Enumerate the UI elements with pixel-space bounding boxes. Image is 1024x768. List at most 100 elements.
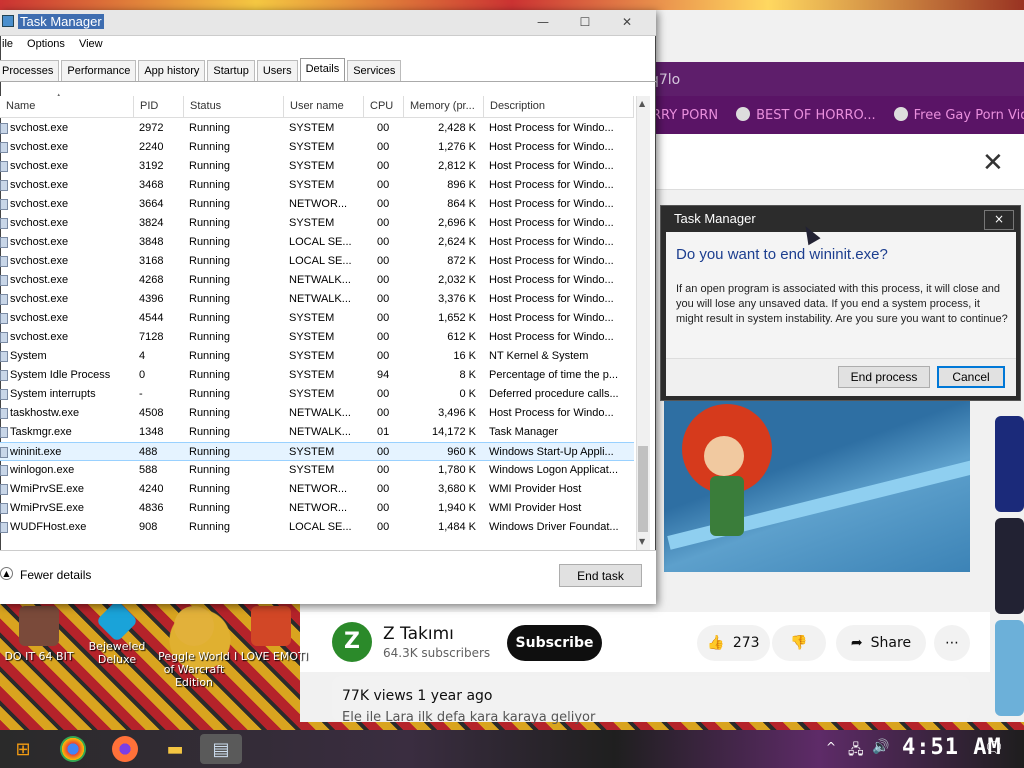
volume-icon[interactable]: 🔊: [872, 739, 889, 755]
file-explorer-icon[interactable]: ▬: [160, 734, 190, 764]
channel-avatar[interactable]: Z: [332, 622, 372, 662]
tab-app-history[interactable]: App history: [138, 60, 206, 81]
maximize-button[interactable]: ☐: [568, 13, 602, 33]
desktop-icon[interactable]: DO IT 64 BIT: [0, 606, 78, 663]
scrollbar-thumb[interactable]: [638, 446, 648, 532]
table-row[interactable]: svchost.exe 3824 Running SYSTEM 00 2,696 K Hos…: [0, 214, 634, 233]
process-memory: 1,780 K: [438, 464, 476, 476]
table-row[interactable]: svchost.exe 3468 Running SYSTEM 00 896 K Host …: [0, 176, 634, 195]
video-thumbnail[interactable]: [995, 620, 1024, 716]
tab-startup[interactable]: Startup: [207, 60, 255, 81]
process-cpu: 00: [377, 160, 390, 172]
tab-performance[interactable]: Performance: [61, 60, 137, 81]
channel-name[interactable]: Z Takımı: [383, 624, 454, 644]
network-icon[interactable]: 🖧: [848, 739, 864, 763]
tab-details[interactable]: Details: [299, 58, 346, 81]
end-process-button[interactable]: End process: [838, 366, 930, 388]
process-name: System: [10, 350, 47, 362]
end-task-button[interactable]: End task: [559, 564, 642, 587]
column-header-name[interactable]: Name: [0, 96, 134, 118]
process-description: Windows Driver Foundat...: [489, 521, 619, 533]
tab-users[interactable]: Users: [256, 60, 298, 81]
chevron-up-icon[interactable]: ▲: [0, 567, 13, 580]
video-thumbnail[interactable]: [995, 416, 1024, 512]
table-row[interactable]: svchost.exe 3664 Running NETWOR... 00 864 K Ho…: [0, 195, 634, 214]
process-description: WMI Provider Host: [489, 502, 582, 514]
video-thumbnail[interactable]: [995, 518, 1024, 614]
close-button[interactable]: ✕: [610, 13, 644, 33]
column-header-pid[interactable]: PID: [134, 96, 184, 118]
table-row[interactable]: winlogon.exe 588 Running SYSTEM 00 1,780 K Win…: [0, 461, 634, 480]
fewer-details-link[interactable]: Fewer details: [20, 568, 91, 582]
bookmark-item[interactable]: BEST OF HORRO...: [736, 107, 876, 123]
table-row[interactable]: svchost.exe 3168 Running LOCAL SE... 00 872 K…: [0, 252, 634, 271]
table-row[interactable]: wininit.exe 488 Running SYSTEM 00 960 K Window…: [0, 442, 634, 461]
process-user: SYSTEM: [289, 312, 335, 324]
process-memory: 1,652 K: [438, 312, 476, 324]
bookmark-item[interactable]: RRY PORN: [652, 108, 718, 123]
process-memory: 864 K: [447, 198, 476, 210]
process-cpu: 00: [377, 274, 390, 286]
menu-options[interactable]: Options: [27, 38, 65, 58]
table-row[interactable]: svchost.exe 2972 Running SYSTEM 00 2,428 K Hos…: [0, 119, 634, 138]
menu-file[interactable]: ile: [2, 38, 13, 58]
scroll-up-icon[interactable]: ▲: [639, 99, 645, 108]
process-description: Host Process for Windo...: [489, 141, 614, 153]
column-header-cpu[interactable]: CPU: [364, 96, 404, 118]
firefox-icon[interactable]: [112, 736, 138, 762]
tab-services[interactable]: Services: [347, 60, 402, 81]
menu-view[interactable]: View: [79, 38, 103, 58]
tray-chevron-icon[interactable]: ^: [826, 740, 836, 754]
table-row[interactable]: WmiPrvSE.exe 4240 Running NETWOR... 00 3,680 …: [0, 480, 634, 499]
process-pid: -: [139, 388, 143, 400]
table-row[interactable]: taskhostw.exe 4508 Running NETWALK... 00 3,49…: [0, 404, 634, 423]
process-description: Host Process for Windo...: [489, 312, 614, 324]
scroll-down-icon[interactable]: ▼: [639, 537, 645, 546]
share-button[interactable]: ➦ Share: [836, 625, 926, 661]
column-header-username[interactable]: User name: [284, 96, 364, 118]
column-header-description[interactable]: Description: [484, 96, 634, 118]
column-header-memory[interactable]: Memory (pr...: [404, 96, 484, 118]
table-row[interactable]: Taskmgr.exe 1348 Running NETWALK... 01 14,172…: [0, 423, 634, 442]
notifications-icon[interactable]: 🗨: [984, 738, 1004, 757]
table-row[interactable]: svchost.exe 3192 Running SYSTEM 00 2,812 K Hos…: [0, 157, 634, 176]
process-pid: 3168: [139, 255, 164, 267]
dislike-button[interactable]: 👎: [772, 625, 826, 661]
column-header-status[interactable]: Status: [184, 96, 284, 118]
video-player[interactable]: [664, 396, 970, 572]
table-row[interactable]: WUDFHost.exe 908 Running LOCAL SE... 00 1,484…: [0, 518, 634, 537]
table-row[interactable]: WmiPrvSE.exe 4836 Running NETWOR... 00 1,940 …: [0, 499, 634, 518]
close-icon[interactable]: ✕: [982, 148, 1004, 178]
table-row[interactable]: svchost.exe 4268 Running NETWALK... 00 2,032 …: [0, 271, 634, 290]
minimize-button[interactable]: —: [526, 13, 560, 33]
process-name: taskhostw.exe: [10, 407, 80, 419]
table-row[interactable]: svchost.exe 4544 Running SYSTEM 00 1,652 K Hos…: [0, 309, 634, 328]
table-row[interactable]: svchost.exe 2240 Running SYSTEM 00 1,276 K Hos…: [0, 138, 634, 157]
table-row[interactable]: System 4 Running SYSTEM 00 16 K NT Kernel & Sy…: [0, 347, 634, 366]
table-row[interactable]: System interrupts - Running SYSTEM 00 0 K Defe…: [0, 385, 634, 404]
cancel-button[interactable]: Cancel: [937, 366, 1005, 388]
table-row[interactable]: System Idle Process 0 Running SYSTEM 94 8 K Pe…: [0, 366, 634, 385]
bookmark-item[interactable]: Free Gay Porn Vid...: [893, 107, 1024, 123]
table-row[interactable]: svchost.exe 7128 Running SYSTEM 00 612 K Host …: [0, 328, 634, 347]
more-actions-button[interactable]: ⋯: [934, 625, 970, 661]
process-cpu: 00: [377, 483, 390, 495]
process-pid: 4508: [139, 407, 164, 419]
process-status: Running: [189, 369, 230, 381]
chrome-icon[interactable]: [60, 736, 86, 762]
task-manager-taskbar-icon[interactable]: ▤: [200, 734, 242, 764]
process-memory: 0 K: [459, 388, 476, 400]
tab-processes[interactable]: Processes: [0, 60, 60, 81]
process-cpu: 00: [377, 464, 390, 476]
desktop-icon[interactable]: I LOVE EMOTI: [232, 606, 310, 663]
desktop-icon[interactable]: Bejeweled Deluxe: [78, 599, 156, 666]
like-button[interactable]: 👍 273: [697, 625, 770, 661]
table-row[interactable]: svchost.exe 4396 Running NETWALK... 00 3,376 …: [0, 290, 634, 309]
table-row[interactable]: svchost.exe 3848 Running LOCAL SE... 00 2,624…: [0, 233, 634, 252]
subscribe-button[interactable]: Subscribe: [507, 625, 602, 661]
process-description: Host Process for Windo...: [489, 198, 614, 210]
desktop-icon[interactable]: Peggle World of Warcraft Edition: [155, 606, 233, 689]
process-cpu: 00: [377, 312, 390, 324]
dialog-close-button[interactable]: ×: [984, 210, 1014, 230]
start-button[interactable]: ⊞: [8, 734, 38, 764]
